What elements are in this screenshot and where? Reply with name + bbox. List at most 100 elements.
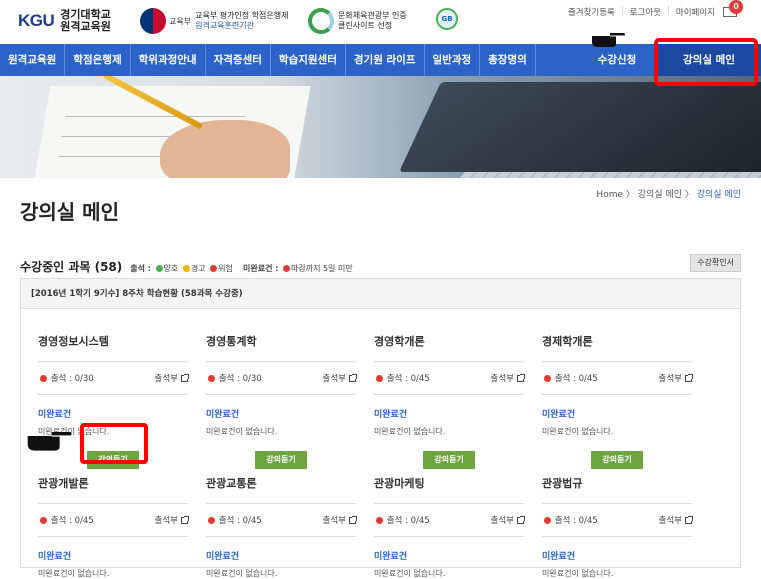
top-header: KGU 경기대학교 원격교육원 교육부 교육부 평가인정 학점은행제 원격교육훈… [0, 0, 761, 44]
external-link-icon [685, 373, 693, 382]
cert1-line2: 원격교육훈련기관 [195, 21, 254, 30]
status-dot-icon [376, 516, 383, 524]
nav-item-general-course[interactable]: 일반과정 [425, 44, 481, 76]
cert1-line1: 교육부 평가인정 학점은행제 [195, 11, 289, 20]
attendance-book-link[interactable]: 출석부 [491, 514, 525, 526]
site-logo[interactable]: KGU 경기대학교 원격교육원 [18, 9, 111, 33]
utility-links: 즐겨찾기등록 | 로그아웃 | 마이페이지 [567, 6, 715, 18]
nav-item-remote-education[interactable]: 원격교육원 [0, 44, 66, 76]
external-link-icon [349, 515, 357, 524]
warning-dot-icon [182, 265, 190, 272]
status-dot-icon [208, 374, 215, 382]
incomplete-note: 미완료건이 없습니다. [374, 427, 446, 436]
watch-lecture-button[interactable]: 강의듣기 [255, 451, 307, 469]
main-nav: 원격교육원 학점은행제 학위과정안내 자격증센터 학습지원센터 경기원 라이프 … [0, 44, 761, 76]
breadcrumb-current: 강의실 메인 [696, 190, 741, 200]
cert-moe: 교육부 교육부 평가인정 학점은행제 원격교육훈련기관 [140, 8, 289, 34]
course-title[interactable]: 관광교통론 [206, 475, 356, 504]
clean-site-icon [308, 8, 334, 34]
external-link-icon [181, 515, 189, 524]
external-link-icon [685, 515, 693, 524]
panel-header: [2016년 1학기 9기수] 8주차 학습현황 (58과목 수강중) [21, 279, 740, 309]
hero-banner [0, 76, 761, 178]
cert2-line1: 문화체육관광부 인증 [338, 11, 407, 20]
attendance-book-link[interactable]: 출석부 [155, 514, 189, 526]
watch-lecture-button[interactable]: 강의듣기 [591, 451, 643, 469]
watch-lecture-button[interactable]: 강의듣기 [423, 451, 475, 469]
nav-highlight-box [654, 38, 758, 86]
lecture-button-highlight-box [80, 423, 148, 464]
external-link-icon [181, 373, 189, 382]
course-title[interactable]: 관광법규 [542, 475, 692, 504]
attendance-book-link[interactable]: 출석부 [323, 514, 357, 526]
nav-item-life[interactable]: 경기원 라이프 [346, 44, 425, 76]
course-card: 관광마케팅 출석 : 0/45 출석부 미완료건 미완료건이 없습니다. [374, 475, 525, 579]
external-link-icon [517, 373, 525, 382]
nav-item-president[interactable]: 총장명의 [480, 44, 536, 76]
incomplete-note: 미완료건이 없습니다. [542, 427, 614, 436]
nav-item-learning-support[interactable]: 학습지원센터 [271, 44, 346, 76]
pointing-hand-icon [592, 33, 625, 47]
section-title: 수강중인 과목 (58) [20, 260, 123, 274]
danger-dot-icon [210, 265, 218, 272]
incomplete-note: 미완료건이 없습니다. [374, 569, 446, 578]
nav-item-credit-bank[interactable]: 학점은행제 [65, 44, 131, 76]
course-title[interactable]: 경영정보시스템 [38, 333, 188, 362]
bookmark-link[interactable]: 즐겨찾기등록 [568, 6, 615, 18]
course-card: 경제학개론 출석 : 0/45 출석부 미완료건 미완료건이 없습니다. 강의듣… [542, 333, 693, 469]
nav-item-certificate-center[interactable]: 자격증센터 [206, 44, 271, 76]
attendance-book-link[interactable]: 출석부 [659, 372, 693, 384]
course-card: 관광법규 출석 : 0/45 출석부 미완료건 미완료건이 없습니다. [542, 475, 693, 579]
breadcrumb: Home 〉 강의실 메인 〉 강의실 메인 [596, 190, 741, 200]
mail-count-badge: 0 [729, 0, 743, 14]
mypage-link[interactable]: 마이페이지 [676, 6, 715, 18]
cert-gb: GB [436, 8, 458, 30]
logo-line2: 원격교육원 [60, 20, 111, 33]
pointing-hand-icon [27, 432, 72, 451]
nav-item-enroll[interactable]: 수강신청 [577, 44, 657, 76]
cert1-label: 교육부 [169, 16, 192, 26]
incomplete-note: 미완료건이 없습니다. [38, 569, 110, 578]
courses-section-header: 수강중인 과목 (58) 출석 : 양호 경고 위험 미완료건 : 마감까지 5… [20, 258, 353, 275]
cert-clean-site: 문화체육관광부 인증 클린사이트 선정 [308, 8, 407, 34]
status-dot-icon [40, 516, 47, 524]
attendance-book-link[interactable]: 출석부 [659, 514, 693, 526]
external-link-icon [517, 515, 525, 524]
hand-graphic [160, 120, 290, 178]
incomplete-label: 미완료건 [38, 410, 72, 420]
course-card: 관광교통론 출석 : 0/45 출석부 미완료건 미완료건이 없습니다. [206, 475, 357, 579]
deadline-dot-icon [282, 265, 290, 272]
course-title[interactable]: 경제학개론 [542, 333, 692, 362]
breadcrumb-home[interactable]: Home [596, 190, 623, 200]
course-title[interactable]: 관광개발론 [38, 475, 188, 504]
course-title[interactable]: 경영통계학 [206, 333, 356, 362]
external-link-icon [349, 373, 357, 382]
page-title: 강의실 메인 [20, 200, 119, 224]
laptop-graphic [399, 82, 761, 172]
status-dot-icon [376, 374, 383, 382]
course-title[interactable]: 관광마케팅 [374, 475, 524, 504]
incomplete-note: 미완료건이 없습니다. [206, 569, 278, 578]
attendance-book-link[interactable]: 출석부 [323, 372, 357, 384]
nav-item-degree-guide[interactable]: 학위과정안내 [131, 44, 206, 76]
course-card: 관광개발론 출석 : 0/45 출석부 미완료건 미완료건이 없습니다. [38, 475, 189, 579]
incomplete-note: 미완료건이 없습니다. [542, 569, 614, 578]
course-title[interactable]: 경영학개론 [374, 333, 524, 362]
incomplete-label: 미완료건 [374, 410, 408, 420]
status-dot-icon [544, 374, 551, 382]
attendance-book-link[interactable]: 출석부 [155, 372, 189, 384]
logout-link[interactable]: 로그아웃 [630, 6, 661, 18]
attendance-legend: 출석 : 양호 경고 위험 미완료건 : 마감까지 5일 미만 [130, 264, 353, 273]
enrollment-certificate-button[interactable]: 수강확인서 [690, 254, 741, 272]
status-dot-icon [208, 516, 215, 524]
attendance-book-link[interactable]: 출석부 [491, 372, 525, 384]
status-dot-icon [544, 516, 551, 524]
incomplete-label: 미완료건 [206, 410, 240, 420]
logo-text: 경기대학교 원격교육원 [60, 9, 111, 33]
breadcrumb-item[interactable]: 강의실 메인 [638, 190, 682, 200]
incomplete-label: 미완료건 [542, 410, 576, 420]
cert2-line2: 클린사이트 선정 [338, 21, 393, 30]
incomplete-note: 미완료건이 없습니다. [206, 427, 278, 436]
status-dot-icon [40, 374, 47, 382]
good-dot-icon [155, 265, 163, 272]
